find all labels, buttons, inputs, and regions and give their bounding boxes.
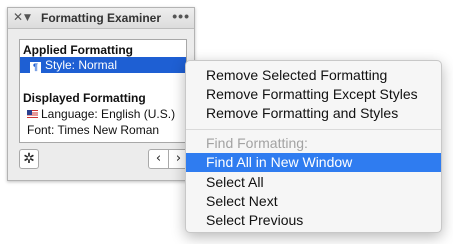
menu-item-find-all-in-new-window[interactable]: Find All in New Window bbox=[186, 153, 441, 172]
applied-formatting-heading: Applied Formatting bbox=[23, 43, 133, 57]
menu-item-select-all[interactable]: Select All bbox=[186, 173, 441, 192]
more-options-icon[interactable]: ••• bbox=[172, 9, 190, 23]
list-item-label: Language: English (U.S.) bbox=[41, 107, 176, 121]
menu-item-remove-selected-formatting[interactable]: Remove Selected Formatting bbox=[186, 66, 441, 85]
menu-separator bbox=[186, 129, 441, 130]
list-item-label: Style: Normal bbox=[45, 58, 118, 72]
menu-item-remove-formatting-except-styles[interactable]: Remove Formatting Except Styles bbox=[186, 85, 441, 104]
menu-item-select-previous[interactable]: Select Previous bbox=[186, 211, 441, 230]
displayed-formatting-heading: Displayed Formatting bbox=[23, 91, 146, 105]
context-menu: Remove Selected Formatting Remove Format… bbox=[185, 60, 442, 233]
list-item-font[interactable]: Font: Times New Roman bbox=[20, 122, 186, 138]
palette-titlebar[interactable]: ✕ ▼ Formatting Examiner ••• bbox=[8, 8, 194, 29]
formatting-examiner-palette: ✕ ▼ Formatting Examiner ••• Applied Form… bbox=[7, 7, 195, 181]
paragraph-style-icon: ¶ bbox=[30, 62, 41, 73]
chevron-left-icon: ‹ bbox=[155, 151, 162, 166]
us-flag-icon bbox=[27, 110, 38, 118]
close-icon[interactable]: ✕ bbox=[13, 11, 23, 24]
gear-icon: ✲ bbox=[23, 151, 35, 167]
menu-section-header: Find Formatting: bbox=[206, 135, 308, 151]
chevron-right-icon: › bbox=[175, 151, 182, 166]
formatting-list: Applied Formatting ¶ Style: Normal Displa… bbox=[19, 39, 187, 143]
palette-title: Formatting Examiner bbox=[41, 11, 162, 25]
previous-button[interactable]: ‹ bbox=[149, 150, 169, 168]
gear-button[interactable]: ✲ bbox=[19, 149, 39, 169]
list-item-language[interactable]: Language: English (U.S.) bbox=[20, 106, 186, 122]
menu-item-select-next[interactable]: Select Next bbox=[186, 192, 441, 211]
menu-item-remove-formatting-and-styles[interactable]: Remove Formatting and Styles bbox=[186, 104, 441, 123]
list-item-label: Font: Times New Roman bbox=[27, 123, 160, 137]
navigation-buttons: ‹ › bbox=[148, 149, 188, 169]
list-item-style-normal[interactable]: ¶ Style: Normal bbox=[20, 57, 186, 73]
screen: ✕ ▼ Formatting Examiner ••• Applied Form… bbox=[0, 0, 453, 244]
collapse-icon[interactable]: ▼ bbox=[24, 12, 31, 25]
